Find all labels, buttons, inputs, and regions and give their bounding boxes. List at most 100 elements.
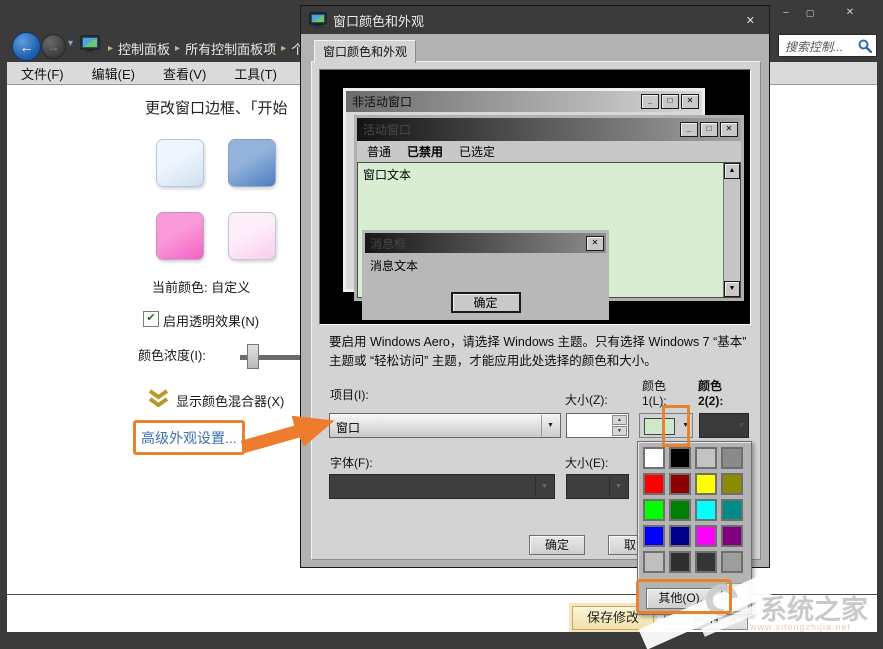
maximize-icon: □ bbox=[661, 94, 679, 109]
breadcrumb-arrow-icon: ▸ bbox=[175, 43, 180, 54]
transparency-label: 启用透明效果(N) bbox=[163, 311, 259, 330]
color-swatch-blue[interactable] bbox=[228, 139, 276, 187]
palette-color[interactable] bbox=[695, 499, 717, 521]
chevron-double-down-icon[interactable] bbox=[147, 389, 170, 407]
palette-color[interactable] bbox=[643, 447, 665, 469]
search-icon[interactable] bbox=[858, 39, 872, 53]
color-swatch-pale-pink[interactable] bbox=[228, 212, 276, 260]
palette-color[interactable] bbox=[721, 447, 743, 469]
size-z-spinner[interactable]: ▲ ▼ bbox=[566, 413, 629, 438]
palette-color[interactable] bbox=[669, 447, 691, 469]
color-swatch-pink[interactable] bbox=[156, 212, 204, 260]
scroll-up-icon: ▲ bbox=[724, 163, 740, 179]
breadcrumb-control-panel[interactable]: 控制面板 bbox=[118, 39, 170, 58]
breadcrumb-all-items[interactable]: 所有控制面板项 bbox=[185, 39, 276, 58]
menu-edit[interactable]: 编辑(E) bbox=[92, 64, 135, 83]
forward-arrow-icon: → bbox=[48, 40, 60, 54]
current-color-label: 当前颜色: 自定义 bbox=[152, 277, 250, 296]
back-button[interactable]: ← bbox=[12, 32, 41, 61]
palette-color[interactable] bbox=[643, 551, 665, 573]
dialog-ok-button[interactable]: 确定 bbox=[529, 535, 585, 555]
preview-menu-selected: 已选定 bbox=[459, 143, 495, 160]
preview-inactive-titlebar: 非活动窗口 _ □ ✕ bbox=[346, 91, 702, 112]
palette-color[interactable] bbox=[721, 473, 743, 495]
chevron-down-icon: ▼ bbox=[609, 476, 627, 497]
color1-label-line1: 颜色 bbox=[642, 377, 666, 394]
spin-down-icon[interactable]: ▼ bbox=[612, 426, 627, 436]
transparency-checkbox[interactable]: ✔ bbox=[143, 311, 159, 327]
preview-inactive-title: 非活动窗口 bbox=[346, 93, 412, 110]
preview-menubar: 普通 已禁用 已选定 bbox=[357, 141, 741, 162]
preview-active-title: 活动窗口 bbox=[357, 121, 411, 138]
bg-close-button[interactable]: ✕ bbox=[840, 6, 860, 20]
bg-maximize-button[interactable]: ▢ bbox=[800, 6, 820, 20]
monitor-icon bbox=[80, 35, 100, 55]
nav-dropdown-icon[interactable]: ▾ bbox=[68, 38, 73, 49]
color2-label-line1: 颜色 bbox=[698, 377, 722, 394]
palette-color[interactable] bbox=[721, 525, 743, 547]
bg-minimize-button[interactable]: – bbox=[776, 6, 796, 20]
breadcrumb-arrow-icon: ▸ bbox=[281, 43, 286, 54]
preview-window-buttons: _ □ ✕ bbox=[641, 94, 699, 109]
aero-note: 要启用 Windows Aero，请选择 Windows 主题。只有选择 Win… bbox=[329, 333, 759, 371]
bottom-bar bbox=[0, 632, 883, 649]
palette-color[interactable] bbox=[695, 473, 717, 495]
back-arrow-icon: ← bbox=[20, 39, 34, 55]
color-swatch-light-blue[interactable] bbox=[156, 139, 204, 187]
color2-label-line2: 2(2): bbox=[698, 394, 723, 408]
preview-msgbox-text: 消息文本 bbox=[370, 257, 418, 274]
search-placeholder: 搜索控制... bbox=[785, 38, 843, 55]
annotation-box-advanced-link bbox=[133, 420, 245, 455]
palette-color[interactable] bbox=[643, 499, 665, 521]
preview-msgbox-titlebar: 消息框 ✕ bbox=[365, 233, 606, 253]
palette-color[interactable] bbox=[669, 525, 691, 547]
chevron-down-icon[interactable]: ▼ bbox=[541, 415, 559, 436]
preview-window-buttons: _ □ ✕ bbox=[680, 122, 738, 137]
item-select-value: 窗口 bbox=[336, 419, 360, 436]
preview-message-box: 消息框 ✕ 消息文本 确定 bbox=[362, 230, 609, 320]
mixer-label[interactable]: 显示颜色混合器(X) bbox=[176, 391, 284, 410]
menu-view[interactable]: 查看(V) bbox=[163, 64, 206, 83]
forward-button[interactable]: → bbox=[41, 34, 66, 59]
palette-color[interactable] bbox=[721, 551, 743, 573]
palette-color[interactable] bbox=[695, 525, 717, 547]
preview-menu-normal: 普通 bbox=[367, 143, 391, 160]
breadcrumb: ▸ 控制面板 ▸ 所有控制面板项 ▸ 个 bbox=[103, 39, 304, 58]
font-select: ▼ bbox=[329, 474, 555, 499]
dialog-titlebar[interactable]: 窗口颜色和外观 ✕ bbox=[301, 6, 769, 34]
palette-color[interactable] bbox=[695, 447, 717, 469]
minimize-icon: _ bbox=[641, 94, 659, 109]
palette-color[interactable] bbox=[695, 551, 717, 573]
tab-window-color[interactable]: 窗口颜色和外观 bbox=[314, 40, 416, 63]
page-title: 更改窗口边框、「开始 bbox=[145, 97, 288, 118]
breadcrumb-arrow-icon: ▸ bbox=[108, 43, 113, 54]
size-z-label: 大小(Z): bbox=[565, 391, 608, 408]
check-icon: ✔ bbox=[146, 312, 155, 324]
minimize-icon: _ bbox=[680, 122, 698, 137]
item-select[interactable]: 窗口 ▼ bbox=[329, 413, 561, 438]
intensity-slider-thumb[interactable] bbox=[247, 344, 259, 369]
palette-color[interactable] bbox=[669, 473, 691, 495]
maximize-icon: □ bbox=[700, 122, 718, 137]
font-label: 字体(F): bbox=[330, 454, 373, 471]
preview-ok-button: 确定 bbox=[451, 292, 521, 313]
dialog-close-button[interactable]: ✕ bbox=[746, 14, 755, 27]
palette-color[interactable] bbox=[669, 499, 691, 521]
close-icon: ✕ bbox=[586, 236, 604, 251]
spin-up-icon[interactable]: ▲ bbox=[612, 415, 627, 425]
palette-color[interactable] bbox=[643, 525, 665, 547]
color2-button: ▼ bbox=[699, 413, 749, 438]
palette-color[interactable] bbox=[669, 551, 691, 573]
monitor-icon bbox=[309, 12, 327, 29]
preview-active-titlebar: 活动窗口 _ □ ✕ bbox=[357, 118, 741, 141]
preview-scrollbar: ▲ ▼ bbox=[723, 163, 740, 297]
palette-color[interactable] bbox=[721, 499, 743, 521]
appearance-preview: 非活动窗口 _ □ ✕ 活动窗口 _ □ ✕ bbox=[319, 69, 751, 325]
screen: – ▢ ✕ ← → ▾ ▸ 控制面板 ▸ 所有控制面板项 ▸ 个 搜索控制...… bbox=[0, 0, 883, 649]
palette-color[interactable] bbox=[643, 473, 665, 495]
size-e-select: ▼ bbox=[566, 474, 629, 499]
dialog-title: 窗口颜色和外观 bbox=[333, 11, 424, 30]
menu-file[interactable]: 文件(F) bbox=[21, 64, 64, 83]
search-input[interactable]: 搜索控制... bbox=[778, 34, 877, 57]
menu-tools[interactable]: 工具(T) bbox=[234, 64, 277, 83]
